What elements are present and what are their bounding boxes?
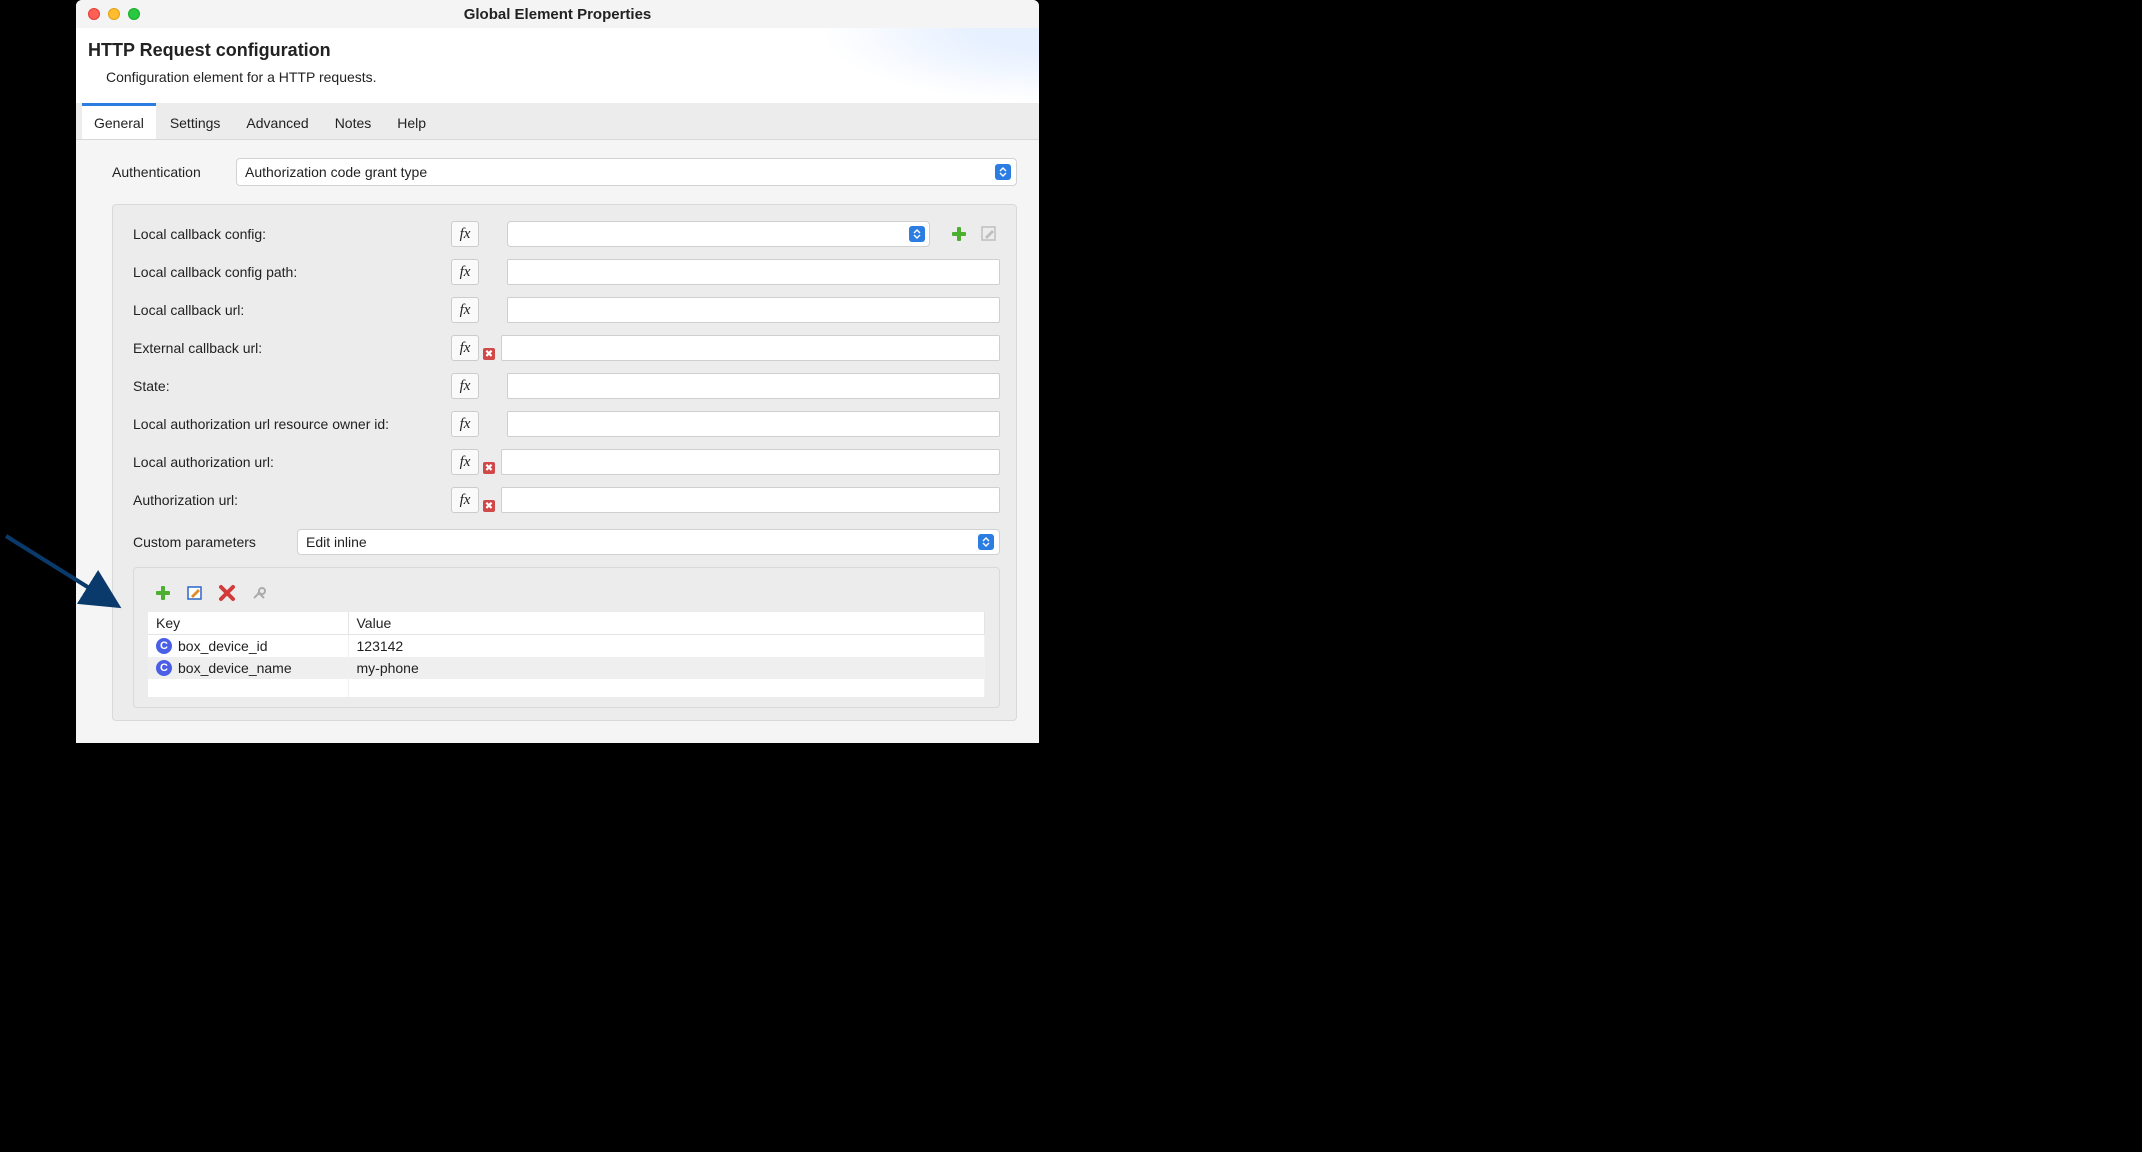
add-row-icon[interactable] — [152, 582, 174, 604]
custom-parameters-row: Custom parameters Edit inline — [133, 529, 1000, 555]
field-label: Local callback url: — [133, 302, 443, 318]
fx-button[interactable]: fx — [451, 411, 479, 437]
edit-icon[interactable] — [978, 223, 1000, 245]
field-label: Local callback config path: — [133, 264, 443, 280]
chevron-updown-icon — [909, 226, 925, 242]
error-icon: ✖ — [483, 500, 495, 512]
custom-parameters-label: Custom parameters — [133, 534, 283, 550]
field-label: Local callback config: — [133, 226, 443, 242]
authentication-value: Authorization code grant type — [245, 164, 427, 180]
delete-row-icon[interactable] — [216, 582, 238, 604]
field-label: Authorization url: — [133, 492, 443, 508]
edit-row-icon[interactable] — [184, 582, 206, 604]
authentication-row: Authentication Authorization code grant … — [112, 158, 1017, 186]
fx-button[interactable]: fx — [451, 449, 479, 475]
field-label: External callback url: — [133, 340, 443, 356]
cell-value: my-phone — [348, 657, 985, 679]
titlebar: Global Element Properties — [76, 0, 1039, 28]
add-icon[interactable] — [948, 223, 970, 245]
param-icon: C — [156, 660, 172, 676]
tab-advanced[interactable]: Advanced — [234, 103, 320, 139]
table-toolbar — [148, 582, 985, 604]
fx-button[interactable]: fx — [451, 487, 479, 513]
local-authorization-url-input[interactable] — [501, 449, 1000, 475]
table-row[interactable]: Cbox_device_name my-phone — [148, 657, 985, 679]
row-actions — [948, 223, 1000, 245]
row-state: State: fx — [133, 373, 1000, 399]
page-subtitle: Configuration element for a HTTP request… — [106, 69, 1025, 85]
local-callback-config-select[interactable] — [507, 221, 930, 247]
callback-panel: Local callback config: fx — [112, 204, 1017, 721]
authentication-label: Authentication — [112, 164, 222, 180]
chevron-updown-icon — [978, 534, 994, 550]
row-local-callback-config-path: Local callback config path: fx — [133, 259, 1000, 285]
external-callback-url-input[interactable] — [501, 335, 1000, 361]
tab-settings[interactable]: Settings — [158, 103, 233, 139]
dialog-window: Global Element Properties HTTP Request c… — [76, 0, 1039, 743]
state-input[interactable] — [507, 373, 1000, 399]
header-value[interactable]: Value — [348, 612, 985, 635]
row-local-authorization-url: Local authorization url: fx ✖ — [133, 449, 1000, 475]
row-external-callback-url: External callback url: fx ✖ — [133, 335, 1000, 361]
field-label: Local authorization url resource owner i… — [133, 416, 443, 432]
error-icon: ✖ — [483, 462, 495, 474]
fx-button[interactable]: fx — [451, 373, 479, 399]
tab-general[interactable]: General — [82, 103, 156, 139]
fx-button[interactable]: fx — [451, 335, 479, 361]
local-callback-url-input[interactable] — [507, 297, 1000, 323]
authentication-select[interactable]: Authorization code grant type — [236, 158, 1017, 186]
custom-parameters-mode-value: Edit inline — [306, 534, 367, 550]
error-icon: ✖ — [483, 348, 495, 360]
page-title: HTTP Request configuration — [88, 40, 1025, 61]
local-auth-url-owner-input[interactable] — [507, 411, 1000, 437]
tools-icon[interactable] — [248, 582, 270, 604]
row-local-callback-config: Local callback config: fx — [133, 221, 1000, 247]
tab-help[interactable]: Help — [385, 103, 438, 139]
row-authorization-url: Authorization url: fx ✖ — [133, 487, 1000, 513]
fx-button[interactable]: fx — [451, 259, 479, 285]
header-key[interactable]: Key — [148, 612, 348, 635]
table-row[interactable]: Cbox_device_id 123142 — [148, 635, 985, 658]
field-label: Local authorization url: — [133, 454, 443, 470]
table-spacer — [148, 679, 985, 697]
local-callback-config-path-input[interactable] — [507, 259, 1000, 285]
row-local-auth-url-owner: Local authorization url resource owner i… — [133, 411, 1000, 437]
custom-parameters-mode-select[interactable]: Edit inline — [297, 529, 1000, 555]
fx-button[interactable]: fx — [451, 221, 479, 247]
cell-key: box_device_id — [178, 638, 268, 654]
custom-parameters-table: Key Value Cbox_device_id 123142 Cbox_dev… — [148, 612, 985, 697]
row-local-callback-url: Local callback url: fx — [133, 297, 1000, 323]
tab-notes[interactable]: Notes — [323, 103, 384, 139]
param-icon: C — [156, 638, 172, 654]
tab-bar: General Settings Advanced Notes Help — [76, 103, 1039, 140]
fx-button[interactable]: fx — [451, 297, 479, 323]
chevron-updown-icon — [995, 164, 1011, 180]
custom-parameters-table-panel: Key Value Cbox_device_id 123142 Cbox_dev… — [133, 567, 1000, 708]
header: HTTP Request configuration Configuration… — [76, 28, 1039, 103]
window-title: Global Element Properties — [76, 6, 1039, 23]
cell-key: box_device_name — [178, 660, 292, 676]
authorization-url-input[interactable] — [501, 487, 1000, 513]
cell-value: 123142 — [348, 635, 985, 658]
content-area: Authentication Authorization code grant … — [76, 140, 1039, 743]
field-label: State: — [133, 378, 443, 394]
